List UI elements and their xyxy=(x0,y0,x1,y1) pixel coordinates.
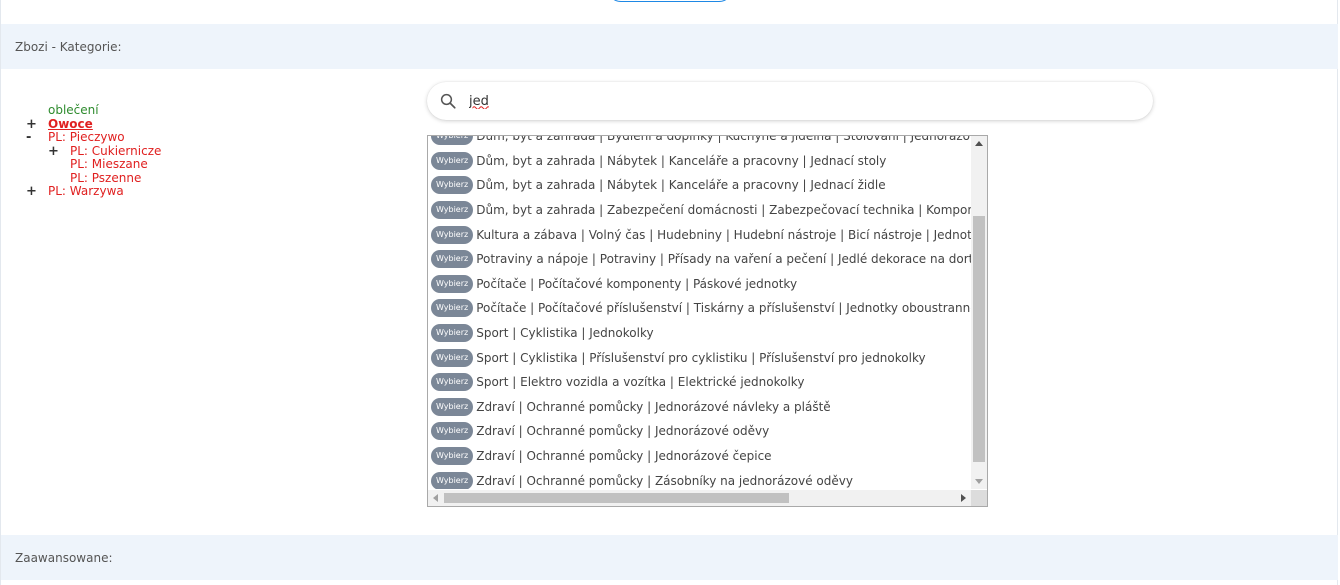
choose-button[interactable]: Wybierz xyxy=(431,471,474,489)
expand-icon[interactable]: + xyxy=(26,117,48,132)
category-search-box[interactable] xyxy=(427,82,1153,120)
result-path: Kultura a zábava | Volný čas | Hudebniny… xyxy=(476,227,971,242)
tree-item: + Owoce xyxy=(26,117,161,132)
result-path: Sport | Cyklistika | Jednokolky xyxy=(476,326,654,341)
choose-button[interactable]: Wybierz xyxy=(431,373,474,392)
result-path: Počítače | Počítačové komponenty | Pásko… xyxy=(476,276,798,291)
choose-button[interactable]: Wybierz xyxy=(431,176,474,195)
result-item: Wybierz Počítače | Počítačové komponenty … xyxy=(428,272,971,297)
result-path: Zdraví | Ochranné pomůcky | Jednorázové … xyxy=(476,399,831,414)
result-item: Wybierz Dům, byt a zahrada | Nábytek | Ka… xyxy=(428,149,971,174)
category-search-input[interactable] xyxy=(467,92,1071,110)
choose-button[interactable]: Wybierz xyxy=(431,136,474,146)
result-path: Zdraví | Ochranné pomůcky | Jednorázové … xyxy=(476,424,770,439)
result-item: Wybierz Zdraví | Ochranné pomůcky | Jedno… xyxy=(428,444,971,469)
collapse-icon[interactable]: - xyxy=(26,131,48,145)
result-item: Wybierz Zdraví | Ochranné pomůcky | Jedno… xyxy=(428,395,971,420)
tree-item-label[interactable]: PL: Mieszane xyxy=(70,157,148,172)
tree-item: PL: Mieszane xyxy=(26,157,161,172)
result-path: Dům, byt a zahrada | Zabezpečení domácno… xyxy=(476,203,971,218)
result-item: Wybierz Sport | Elektro vozidla a vozítka… xyxy=(428,370,971,395)
tree-item: oblečení xyxy=(26,103,161,118)
tree-item: + PL: Cukiernicze xyxy=(26,144,161,159)
choose-button[interactable]: Wybierz xyxy=(431,447,474,466)
search-icon xyxy=(440,93,456,109)
category-results-list[interactable]: WybierzDům, byt a zahrada | Bydlení a do… xyxy=(427,135,988,507)
tree-item: + PL: Warzywa xyxy=(26,184,161,199)
result-path: Zdraví | Ochranné pomůcky | Zásobníky na… xyxy=(476,473,853,488)
scroll-left-arrow-icon[interactable] xyxy=(433,494,438,502)
result-path: Potraviny a nápoje | Potraviny | Přísady… xyxy=(476,252,971,267)
scroll-right-arrow-icon[interactable] xyxy=(961,494,966,502)
result-path: Dům, byt a zahrada | Bydlení a doplňky |… xyxy=(476,136,971,144)
result-item: Wybierz Zdraví | Ochranné pomůcky | Zásob… xyxy=(428,468,971,489)
advanced-section-title: Zaawansowane: xyxy=(15,550,113,565)
scroll-down-arrow-icon[interactable] xyxy=(975,479,983,484)
expand-icon[interactable]: + xyxy=(48,144,70,159)
tree-item-label[interactable]: PL: Pszenne xyxy=(70,171,141,186)
horizontal-scrollbar[interactable] xyxy=(428,490,971,506)
tree-item-label[interactable]: PL: Warzywa xyxy=(48,184,124,199)
result-item: Wybierz Sport | Cyklistika | Jednokolky xyxy=(428,321,971,346)
vertical-scrollbar[interactable] xyxy=(971,136,987,489)
scrollbar-corner xyxy=(971,490,987,506)
choose-button[interactable]: Wybierz xyxy=(431,348,474,367)
choose-button[interactable]: Wybierz xyxy=(431,250,474,269)
advanced-section-header: Zaawansowane: xyxy=(1,535,1338,580)
choose-button[interactable]: Wybierz xyxy=(431,201,474,220)
choose-button[interactable]: Wybierz xyxy=(431,397,474,416)
tree-item-label[interactable]: PL: Cukiernicze xyxy=(70,144,161,159)
choose-button[interactable]: Wybierz xyxy=(431,274,474,293)
choose-button[interactable]: Wybierz xyxy=(431,299,474,318)
result-path: Sport | Cyklistika | Příslušenství pro c… xyxy=(476,350,926,365)
tree-item: PL: Pszenne xyxy=(26,171,161,186)
horizontal-scroll-thumb[interactable] xyxy=(444,493,789,503)
results-content: WybierzDům, byt a zahrada | Bydlení a do… xyxy=(428,136,971,489)
tree-item: - PL: Pieczywo xyxy=(26,130,161,145)
category-section-title: Zbozi - Kategorie: xyxy=(15,39,122,54)
result-item: Wybierz Počítače | Počítačové příslušenst… xyxy=(428,296,971,321)
scroll-up-arrow-icon[interactable] xyxy=(975,141,983,146)
result-item: Wybierz Zdraví | Ochranné pomůcky | Jedno… xyxy=(428,419,971,444)
result-path: Sport | Elektro vozidla a vozítka | Elek… xyxy=(476,375,805,390)
result-item: Wybierz Dům, byt a zahrada | Nábytek | Ka… xyxy=(428,173,971,198)
tree-item-label[interactable]: Owoce xyxy=(48,117,93,132)
result-path: Dům, byt a zahrada | Nábytek | Kanceláře… xyxy=(476,153,887,168)
result-path: Zdraví | Ochranné pomůcky | Jednorázové … xyxy=(476,449,772,464)
tree-item-label[interactable]: oblečení xyxy=(48,103,99,118)
result-item: WybierzDům, byt a zahrada | Bydlení a do… xyxy=(428,136,971,149)
result-item: Wybierz Dům, byt a zahrada | Zabezpečení … xyxy=(428,198,971,223)
tree-item-label[interactable]: PL: Pieczywo xyxy=(48,130,125,145)
result-item: Wybierz Sport | Cyklistika | Příslušenstv… xyxy=(428,345,971,370)
choose-button[interactable]: Wybierz xyxy=(431,422,474,441)
expand-icon[interactable]: + xyxy=(26,185,48,199)
choose-button[interactable]: Wybierz xyxy=(431,324,474,343)
vertical-scroll-thumb[interactable] xyxy=(973,216,985,462)
result-path: Počítače | Počítačové příslušenství | Ti… xyxy=(476,301,971,316)
result-path: Dům, byt a zahrada | Nábytek | Kanceláře… xyxy=(476,178,886,193)
category-tree: oblečení + Owoce - PL: Pieczywo + PL: Cukierni… xyxy=(26,103,161,199)
choose-button[interactable]: Wybierz xyxy=(431,225,474,244)
category-section-header: Zbozi - Kategorie: xyxy=(1,24,1338,69)
results-viewport: WybierzDům, byt a zahrada | Bydlení a do… xyxy=(428,136,971,489)
result-item: Wybierz Kultura a zábava | Volný čas | Hu… xyxy=(428,222,971,247)
choose-button[interactable]: Wybierz xyxy=(431,151,474,170)
result-item: Wybierz Potraviny a nápoje | Potraviny | … xyxy=(428,247,971,272)
